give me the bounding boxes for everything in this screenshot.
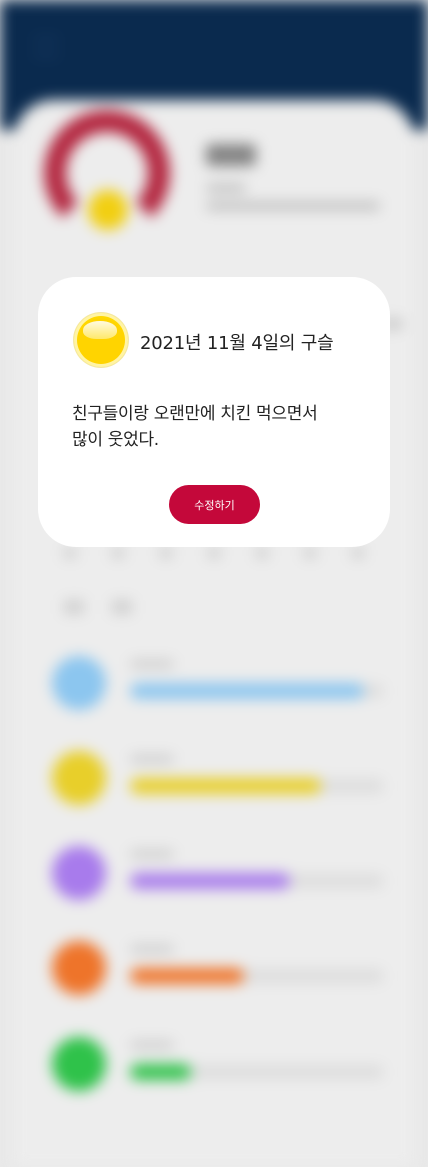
mood-bar-fill bbox=[130, 683, 364, 699]
user-name bbox=[206, 144, 256, 166]
mood-color-dot bbox=[52, 656, 106, 710]
mood-label bbox=[130, 755, 174, 763]
mood-color-dot bbox=[52, 941, 106, 995]
mood-color-dot bbox=[52, 846, 106, 900]
mood-bar-fill bbox=[130, 968, 244, 984]
stats-tabs bbox=[64, 600, 154, 614]
mood-label bbox=[130, 945, 174, 953]
diary-entry-line: 친구들이랑 오랜만에 치킨 먹으면서 bbox=[72, 404, 318, 424]
mood-color-dot bbox=[52, 1037, 106, 1091]
mood-label bbox=[130, 850, 174, 858]
background-app bbox=[0, 0, 428, 1167]
mood-color-dot bbox=[52, 751, 106, 805]
content-card bbox=[14, 100, 414, 1167]
diary-entry-line: 많이 웃었다. bbox=[72, 430, 159, 450]
mood-bar-fill bbox=[130, 873, 290, 889]
profile-description bbox=[206, 202, 380, 210]
mood-bar-fill bbox=[130, 1064, 191, 1080]
weekday-row bbox=[64, 548, 384, 558]
diary-entry-text: 친구들이랑 오랜만에 치킨 먹으면서 많이 웃었다. bbox=[72, 401, 362, 453]
orb-detail-dialog: 2021년 11월 4일의 구슬 친구들이랑 오랜만에 치킨 먹으면서 많이 웃… bbox=[38, 277, 390, 547]
mood-orb-icon bbox=[74, 313, 128, 367]
mood-label bbox=[130, 660, 174, 668]
mood-label bbox=[130, 1041, 174, 1049]
profile-subtitle bbox=[206, 184, 246, 192]
today-orb bbox=[88, 190, 128, 230]
menu-icon bbox=[34, 38, 58, 56]
mood-bar-fill bbox=[130, 778, 321, 794]
dialog-date-title: 2021년 11월 4일의 구슬 bbox=[140, 333, 334, 354]
orb-highlight bbox=[83, 321, 117, 339]
edit-button[interactable]: 수정하기 bbox=[169, 485, 260, 524]
